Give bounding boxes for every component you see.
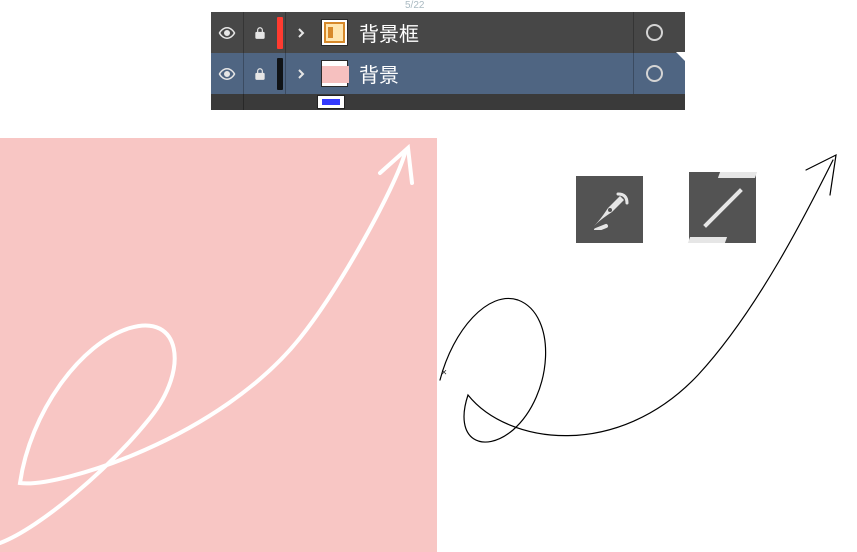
lock-icon bbox=[253, 66, 267, 82]
page-counter: 5/22 bbox=[405, 0, 424, 11]
pen-nib-icon bbox=[590, 190, 630, 230]
target-ring-icon bbox=[646, 24, 663, 41]
line-fragment-icon bbox=[718, 172, 757, 178]
lock-toggle[interactable] bbox=[243, 53, 275, 94]
layer-name[interactable]: 背景 bbox=[353, 59, 633, 88]
disclosure-toggle[interactable] bbox=[285, 12, 315, 53]
layer-color-chip[interactable] bbox=[275, 53, 285, 94]
layer-name[interactable]: 背景框 bbox=[353, 18, 633, 47]
selection-indicator bbox=[676, 52, 685, 61]
canvas-preview-pink bbox=[0, 138, 437, 552]
anchor-point-marker: × bbox=[441, 368, 447, 379]
line-icon bbox=[700, 185, 746, 231]
chevron-right-icon bbox=[296, 69, 306, 79]
eye-icon bbox=[218, 65, 236, 83]
sublayer-thumbnail[interactable] bbox=[317, 95, 345, 109]
layer-row[interactable]: 背景框 bbox=[211, 12, 685, 53]
lock-icon bbox=[253, 25, 267, 41]
layers-panel: 背景框 背景 bbox=[211, 12, 685, 110]
layer-thumbnail[interactable] bbox=[315, 53, 353, 94]
eye-icon bbox=[218, 24, 236, 42]
layer-target[interactable] bbox=[633, 12, 685, 53]
layer-color-chip[interactable] bbox=[275, 12, 285, 53]
line-tool-button[interactable] bbox=[689, 172, 756, 243]
line-fragment-icon bbox=[688, 237, 727, 243]
pen-tool-button[interactable] bbox=[576, 176, 643, 243]
visibility-toggle[interactable] bbox=[211, 53, 243, 94]
disclosure-toggle[interactable] bbox=[285, 53, 315, 94]
white-swirl-arrow bbox=[0, 138, 437, 552]
layer-thumbnail[interactable] bbox=[315, 12, 353, 53]
black-swirl-arrow bbox=[438, 140, 848, 510]
target-ring-icon bbox=[646, 65, 663, 82]
chevron-right-icon bbox=[296, 28, 306, 38]
layer-row[interactable]: 背景 bbox=[211, 53, 685, 94]
layers-panel-footer bbox=[211, 94, 685, 110]
lock-toggle[interactable] bbox=[243, 12, 275, 53]
visibility-toggle[interactable] bbox=[211, 12, 243, 53]
